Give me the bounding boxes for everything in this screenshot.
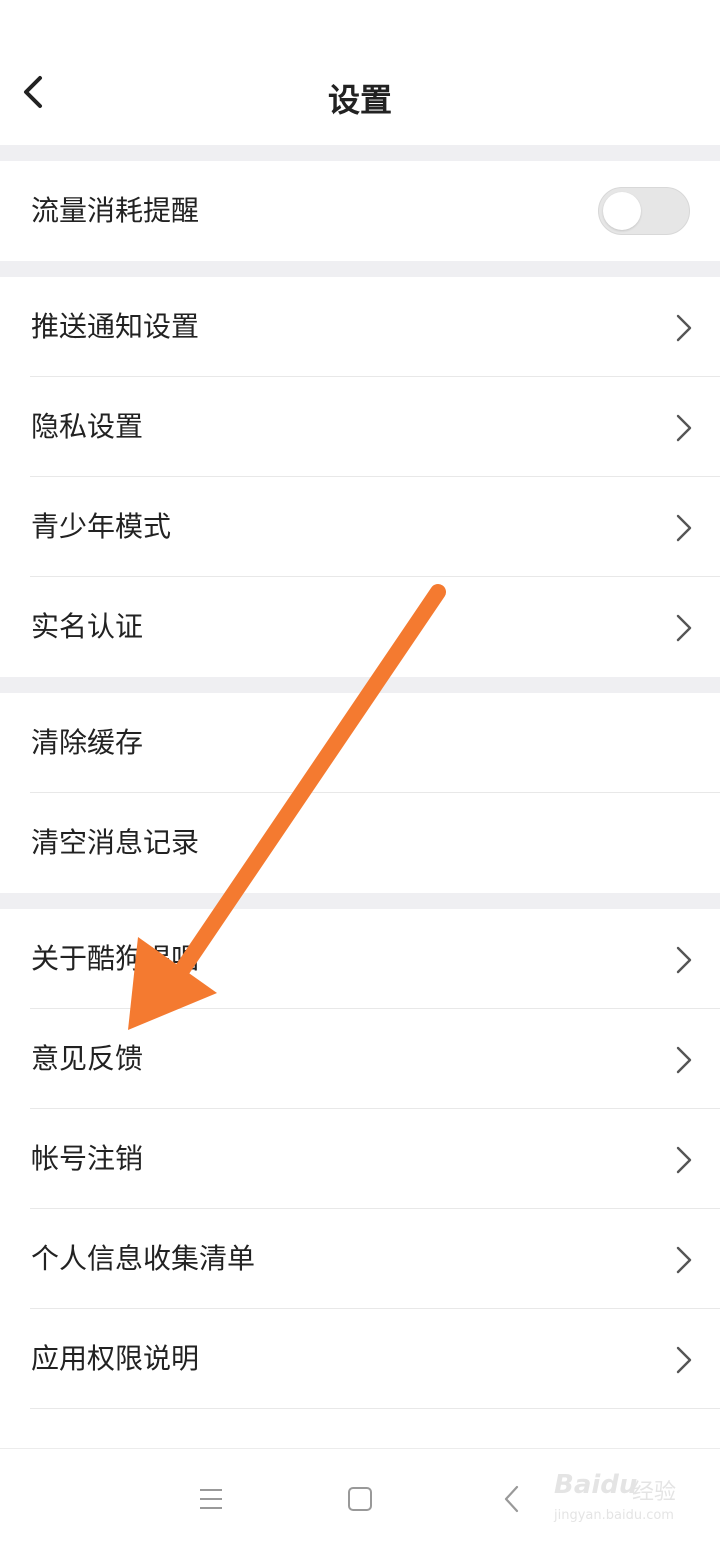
chevron-right-icon: [676, 1346, 692, 1374]
chevron-right-icon: [676, 1246, 692, 1274]
settings-row-real-name[interactable]: 实名认证: [0, 577, 720, 677]
row-label: 推送通知设置: [31, 310, 200, 343]
settings-row-data-usage-reminder[interactable]: 流量消耗提醒: [0, 161, 720, 261]
back-button[interactable]: [12, 70, 56, 114]
row-label: 帐号注销: [31, 1142, 144, 1175]
chevron-right-icon: [676, 1146, 692, 1174]
settings-row-privacy[interactable]: 隐私设置: [0, 377, 720, 477]
page-title: 设置: [327, 81, 392, 119]
row-label: 青少年模式: [31, 510, 172, 543]
settings-row-push-notifications[interactable]: 推送通知设置: [0, 277, 720, 377]
settings-group-storage: 清除缓存 清空消息记录: [0, 693, 720, 893]
watermark-brand: Baidu: [554, 1470, 638, 1500]
row-label: 实名认证: [31, 610, 144, 643]
row-label: 意见反馈: [31, 1042, 144, 1075]
settings-row-feedback[interactable]: 意见反馈: [0, 1009, 720, 1109]
back-arrow-icon: [24, 76, 42, 108]
section-gap: [0, 261, 720, 277]
watermark-url: jingyan.baidu.com: [554, 1508, 674, 1523]
chevron-right-icon: [676, 614, 692, 642]
settings-row-delete-account[interactable]: 帐号注销: [0, 1109, 720, 1209]
header: 设置: [0, 50, 720, 145]
section-gap: [0, 893, 720, 909]
data-usage-toggle[interactable]: [598, 187, 690, 235]
back-triangle-icon[interactable]: [492, 1479, 532, 1519]
status-bar-area: [0, 0, 720, 50]
row-label: 隐私设置: [31, 410, 144, 443]
settings-group-about: 关于酷狗唱唱 意见反馈 帐号注销 个人信息收集清单 应用权限说明: [0, 909, 720, 1409]
settings-row-about[interactable]: 关于酷狗唱唱: [0, 909, 720, 1009]
settings-row-teen-mode[interactable]: 青少年模式: [0, 477, 720, 577]
chevron-right-icon: [676, 1046, 692, 1074]
settings-group-data: 流量消耗提醒: [0, 161, 720, 261]
row-label: 关于酷狗唱唱: [31, 942, 200, 975]
toggle-knob: [603, 192, 641, 230]
chevron-right-icon: [676, 414, 692, 442]
row-label: 清除缓存: [31, 726, 144, 759]
row-label: 应用权限说明: [31, 1342, 200, 1375]
row-label: 清空消息记录: [31, 826, 200, 859]
baidu-jingyan-watermark: Baidu 经验 jingyan.baidu.com: [548, 1462, 688, 1532]
section-gap: [0, 677, 720, 693]
chevron-right-icon: [676, 314, 692, 342]
settings-row-clear-cache[interactable]: 清除缓存: [0, 693, 720, 793]
row-label: 个人信息收集清单: [31, 1242, 256, 1275]
home-square-icon[interactable]: [340, 1479, 380, 1519]
row-divider: [30, 1408, 720, 1409]
settings-row-permissions[interactable]: 应用权限说明: [0, 1309, 720, 1409]
watermark-cn: 经验: [632, 1480, 677, 1505]
row-label: 流量消耗提醒: [31, 194, 200, 227]
settings-group-account: 推送通知设置 隐私设置 青少年模式 实名认证: [0, 277, 720, 677]
chevron-right-icon: [676, 514, 692, 542]
settings-row-personal-info-list[interactable]: 个人信息收集清单: [0, 1209, 720, 1309]
chevron-right-icon: [676, 946, 692, 974]
settings-row-clear-messages[interactable]: 清空消息记录: [0, 793, 720, 893]
menu-icon[interactable]: [190, 1479, 230, 1519]
